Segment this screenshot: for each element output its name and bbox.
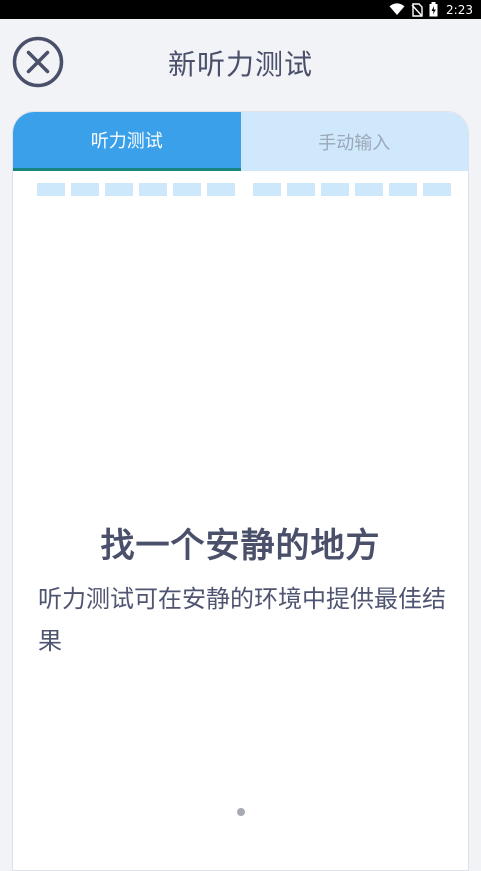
progress-segment (37, 183, 65, 196)
status-time: 2:23 (446, 2, 473, 17)
tab-manual-input[interactable]: 手动输入 (240, 112, 468, 171)
progress-segment (173, 183, 201, 196)
tab-hearing-test[interactable]: 听力测试 (13, 112, 241, 171)
status-icons: 2:23 (389, 1, 473, 18)
progress-segment (423, 183, 451, 196)
header: 新听力测试 (0, 19, 481, 107)
battery-charging-icon (429, 2, 438, 17)
tab-bar: 听力测试 手动输入 (13, 112, 468, 171)
page-title: 新听力测试 (167, 48, 313, 81)
status-bar: 2:23 (0, 0, 481, 19)
progress-segment (139, 183, 167, 196)
progress-segment (207, 183, 235, 196)
progress-segments (37, 183, 451, 196)
test-card: 听力测试 手动输入 找一个安静的地方 听力测试可在安静的环境中提供最佳结果 (12, 111, 469, 871)
instruction-headline: 找一个安静的地方 (100, 526, 381, 566)
progress-segment (287, 183, 315, 196)
progress-segment (253, 183, 281, 196)
progress-segment (355, 183, 383, 196)
progress-segment (321, 183, 349, 196)
wifi-icon (389, 3, 405, 16)
instruction-description: 听力测试可在安静的环境中提供最佳结果 (38, 585, 446, 655)
page-indicator-dot (237, 808, 245, 816)
no-sim-icon (411, 2, 423, 17)
progress-segment (389, 183, 417, 196)
progress-segment (71, 183, 99, 196)
progress-segment (105, 183, 133, 196)
